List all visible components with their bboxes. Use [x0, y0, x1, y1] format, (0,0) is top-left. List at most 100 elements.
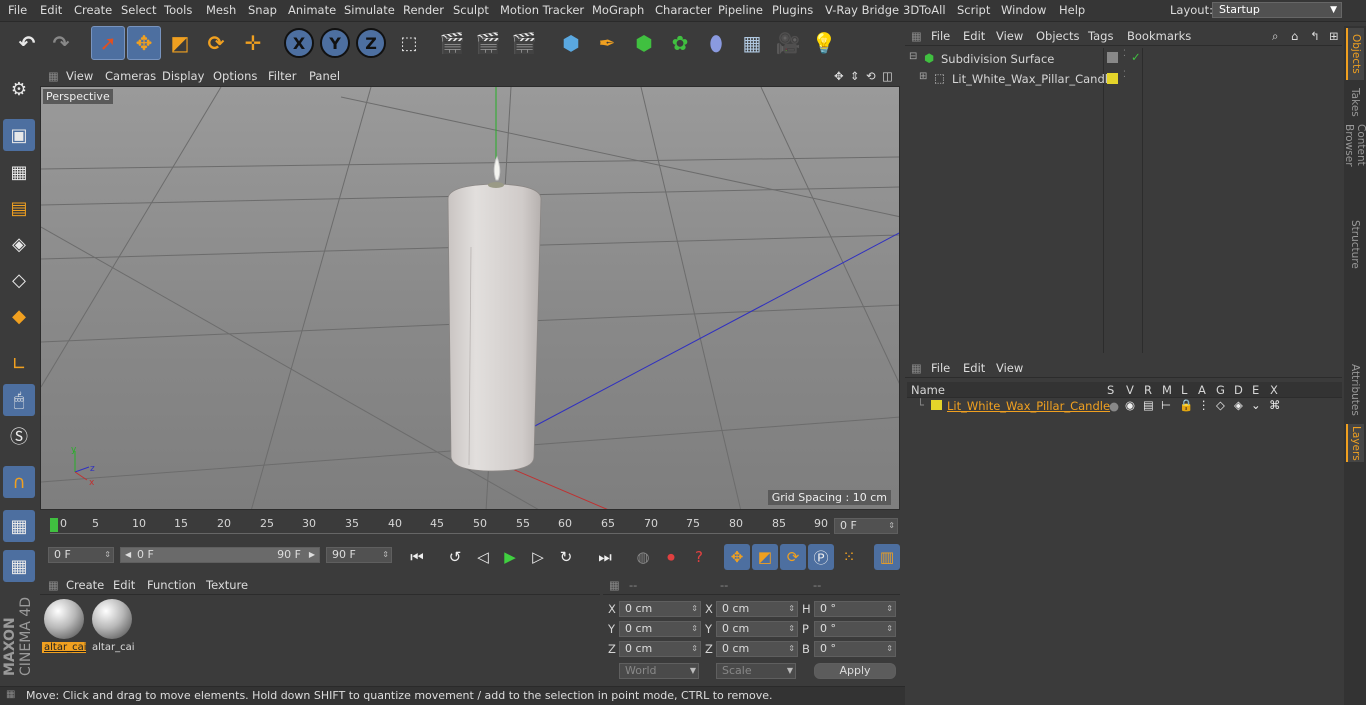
workplane-lock-icon[interactable]: ▦ [3, 510, 35, 542]
viewport-menu-display[interactable]: Display [162, 69, 204, 83]
pos-z-field[interactable]: 0 cm ⇕ [619, 641, 701, 657]
record-keys-icon[interactable]: ◍ [630, 544, 656, 570]
end-frame-field[interactable]: 90 F ⇕ [326, 547, 392, 563]
x-axis-lock-button[interactable]: X [282, 26, 316, 60]
scale-dropdown[interactable]: Scale ▼ [716, 663, 796, 679]
object-menu-file[interactable]: File [931, 29, 950, 43]
object-menu-tags[interactable]: Tags [1088, 29, 1113, 43]
solo-icon[interactable]: Ⓢ [3, 420, 35, 452]
current-frame-field[interactable]: 0 F ⇕ [834, 518, 898, 534]
menu-window[interactable]: Window [1001, 3, 1046, 17]
frame-range-slider[interactable]: ◀ 0 F 90 F ▶ [120, 547, 320, 563]
material-swatch[interactable]: altar_cai [42, 599, 86, 657]
move-tool-icon[interactable]: ✥ [127, 26, 161, 60]
playhead[interactable] [50, 518, 58, 532]
mograph-cloner-icon[interactable]: ✿ [663, 26, 697, 60]
layer-menu-edit[interactable]: Edit [963, 361, 985, 375]
viewport-menu-cameras[interactable]: Cameras [105, 69, 156, 83]
workplane-icon[interactable]: ▤ [3, 192, 35, 224]
layer-menu-view[interactable]: View [996, 361, 1023, 375]
world-dropdown[interactable]: World ▼ [619, 663, 699, 679]
material-menu-create[interactable]: Create [66, 578, 104, 592]
play-icon[interactable]: ▶ [497, 544, 523, 570]
visibility-dots-icon[interactable]: ⁚ [1123, 49, 1126, 59]
menu-sculpt[interactable]: Sculpt [453, 3, 489, 17]
keyframe-selection-icon[interactable]: ? [686, 544, 712, 570]
tab-structure[interactable]: Structure [1346, 216, 1364, 272]
lock-icon[interactable]: 🔒 [1179, 398, 1193, 412]
live-selection-icon[interactable]: ➚ [91, 26, 125, 60]
subdivision-icon[interactable]: ⬢ [627, 26, 661, 60]
texture-mode-icon[interactable]: ▦ [3, 156, 35, 188]
menu-3dtoall[interactable]: 3DToAll [903, 3, 946, 17]
workplane-mode-icon[interactable]: ▦ [3, 550, 35, 582]
rot-h-field[interactable]: 0 ° ⇕ [814, 601, 896, 617]
layer-menu-file[interactable]: File [931, 361, 950, 375]
camera-icon[interactable]: 🎥 [771, 26, 805, 60]
snap-magnet-icon[interactable]: ∩ [3, 466, 35, 498]
edges-mode-icon[interactable]: ◇ [3, 264, 35, 296]
next-frame-icon[interactable]: ▷ [525, 544, 551, 570]
material-menu-edit[interactable]: Edit [113, 578, 135, 592]
search-icon[interactable]: ⌕ [1272, 29, 1278, 44]
object-menu-objects[interactable]: Objects [1036, 29, 1079, 43]
scale-tool-icon[interactable]: ◩ [163, 26, 197, 60]
object-menu-view[interactable]: View [996, 29, 1023, 43]
menu-render[interactable]: Render [403, 3, 444, 17]
menu-select[interactable]: Select [121, 3, 156, 17]
menu-mesh[interactable]: Mesh [206, 3, 236, 17]
go-to-start-icon[interactable]: ⏮ [404, 544, 430, 570]
solo-dot-icon[interactable]: ● [1109, 399, 1119, 413]
model-mode-icon[interactable]: ▣ [3, 119, 35, 151]
pos-x-field[interactable]: 0 cm ⇕ [619, 601, 701, 617]
viewport-3d[interactable]: y z x Perspective Grid Spacing : 10 cm [40, 86, 900, 510]
viewport-zoom-icon[interactable]: ⇕ [850, 69, 860, 83]
apply-button[interactable]: Apply [814, 663, 896, 679]
menu-mograph[interactable]: MoGraph [592, 3, 644, 17]
rotate-tool-icon[interactable]: ⟳ [199, 26, 233, 60]
size-y-field[interactable]: 0 cm ⇕ [716, 621, 798, 637]
tab-objects[interactable]: Objects [1346, 28, 1364, 80]
menu-character[interactable]: Character [655, 3, 712, 17]
viewport-menu-panel[interactable]: Panel [309, 69, 340, 83]
menu-simulate[interactable]: Simulate [344, 3, 395, 17]
animation-icon[interactable]: ⋮ [1198, 398, 1210, 412]
pen-icon[interactable]: ✒ [590, 26, 624, 60]
transform-tool-icon[interactable]: ✛ [236, 26, 270, 60]
key-rotation-icon[interactable]: ⟳ [780, 544, 806, 570]
menu-help[interactable]: Help [1059, 3, 1085, 17]
layer-color-swatch[interactable] [931, 400, 942, 410]
cube-icon[interactable]: ⬢ [554, 26, 588, 60]
new-view-icon[interactable]: ⊞ [1329, 29, 1339, 43]
render-picture-viewer-icon[interactable]: 🎬 [471, 26, 505, 60]
render-clapper-icon[interactable]: ▤ [1143, 398, 1154, 412]
previous-frame-icon[interactable]: ◁ [470, 544, 496, 570]
light-icon[interactable]: 💡 [807, 26, 841, 60]
timeline-ruler[interactable]: 0 5 10 15 20 25 30 35 40 45 50 55 60 65 … [40, 512, 900, 540]
menu-plugins[interactable]: Plugins [772, 3, 813, 17]
enabled-check-icon[interactable]: ✓ [1131, 50, 1141, 64]
key-position-icon[interactable]: ✥ [724, 544, 750, 570]
layer-row[interactable]: └ Lit_White_Wax_Pillar_Candle ● ◉ ▤ ⊢ 🔒 … [907, 398, 1342, 414]
menu-motion-tracker[interactable]: Motion Tracker [500, 3, 584, 17]
viewport-maximize-icon[interactable]: ◫ [882, 69, 893, 83]
object-row[interactable]: ⊟ ⬢ Subdivision Surface ⁚ ✓ [905, 49, 1342, 68]
rot-p-field[interactable]: 0 ° ⇕ [814, 621, 896, 637]
xref-icon[interactable]: ⌘ [1269, 398, 1281, 412]
render-view-icon[interactable]: 🎬 [435, 26, 469, 60]
key-pla-icon[interactable]: ⁙ [836, 544, 862, 570]
visibility-dots-icon[interactable]: ⁚ [1123, 70, 1126, 80]
key-parameter-icon[interactable]: Ⓟ [808, 544, 834, 570]
coordinate-system-icon[interactable]: ⬚ [392, 26, 426, 60]
size-z-field[interactable]: 0 cm ⇕ [716, 641, 798, 657]
tab-content-browser[interactable]: Content Browser [1343, 124, 1366, 210]
home-icon[interactable]: ⌂ [1291, 29, 1298, 43]
undo-icon[interactable]: ↶ [10, 26, 44, 60]
timeline-track[interactable]: 0 5 10 15 20 25 30 35 40 45 50 55 60 65 … [50, 516, 830, 534]
layer-swatch-icon[interactable] [1107, 73, 1118, 84]
expression-icon[interactable]: ⌄ [1251, 398, 1261, 412]
points-mode-icon[interactable]: ◈ [3, 228, 35, 260]
menu-pipeline[interactable]: Pipeline [718, 3, 763, 17]
tab-attributes[interactable]: Attributes [1346, 360, 1364, 420]
autokeying-icon[interactable]: ⏺ [658, 544, 684, 570]
